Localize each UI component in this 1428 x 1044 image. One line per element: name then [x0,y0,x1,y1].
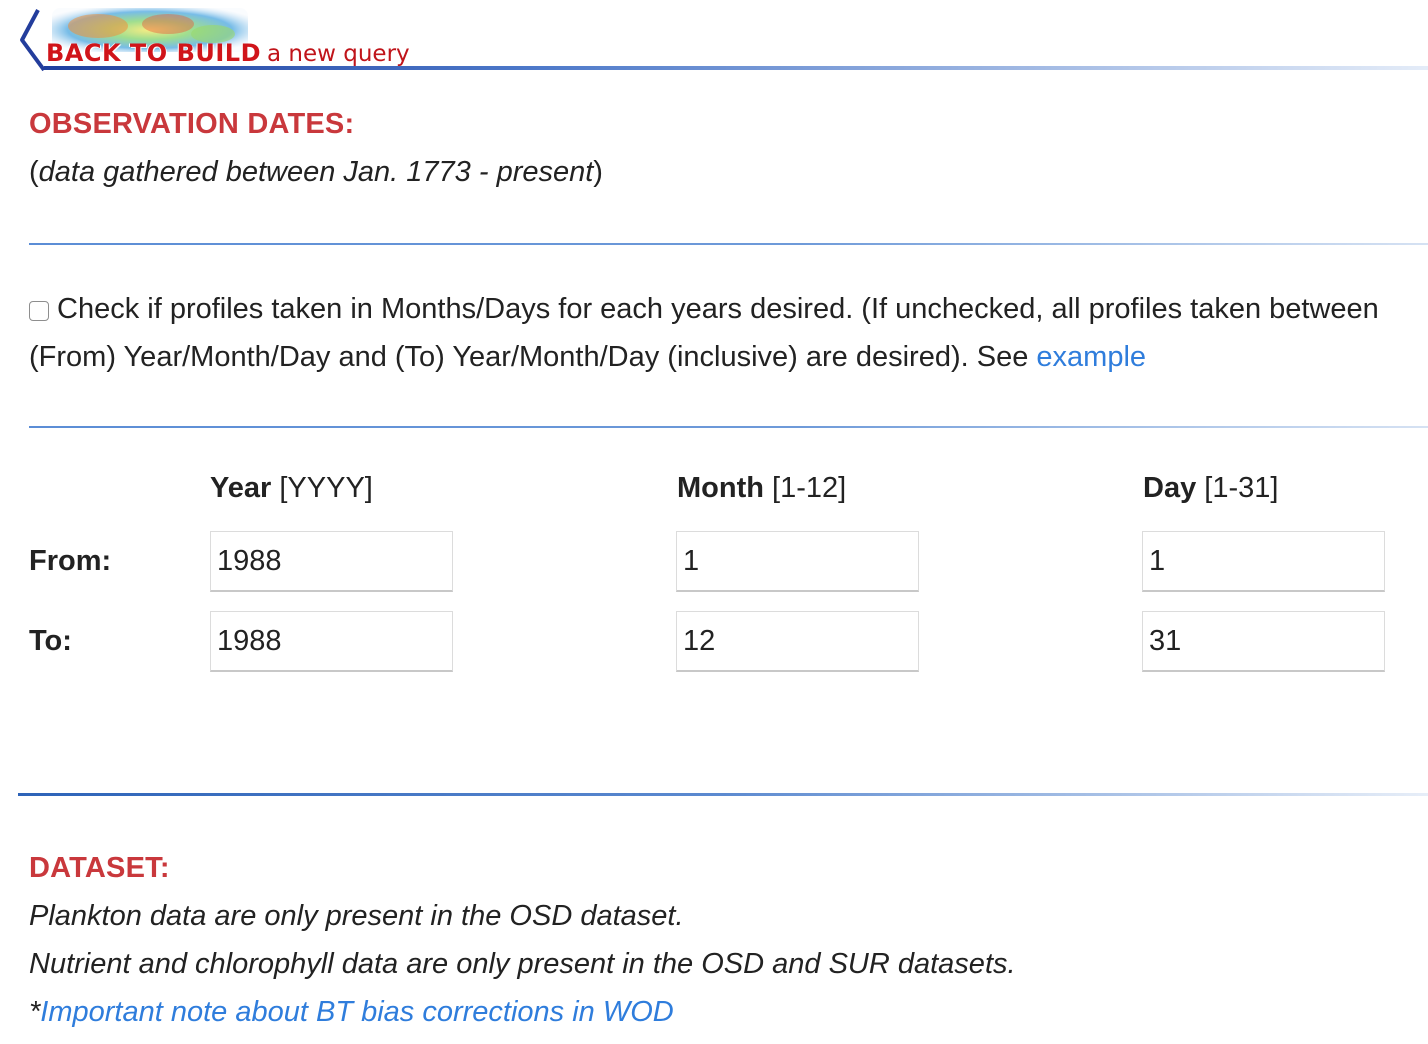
divider [29,426,1428,428]
day-column-header: Day [1-31] [1143,472,1278,505]
to-day-input[interactable]: 31 [1142,611,1385,672]
year-hint: [YYYY] [279,472,373,504]
from-day-input[interactable]: 1 [1142,531,1385,592]
from-month-input[interactable]: 1 [676,531,919,592]
to-row-label: To: [29,625,72,657]
to-year-input[interactable]: 1988 [210,611,453,672]
back-to-build-link[interactable]: BACK TO BUILD a new query [18,6,1428,72]
year-label: Year [210,472,272,504]
back-link-text: BACK TO BUILD a new query [46,39,410,67]
month-day-option-text: Check if profiles taken in Months/Days f… [29,293,1379,373]
to-month-input[interactable]: 12 [676,611,919,672]
month-day-option: Check if profiles taken in Months/Days f… [29,285,1424,381]
nutrient-note: Nutrient and chlorophyll data are only p… [29,948,1016,980]
month-label: Month [677,472,764,504]
from-year-input[interactable]: 1988 [210,531,453,592]
range-close-paren: ) [593,156,603,188]
day-hint: [1-31] [1204,472,1279,504]
day-label: Day [1143,472,1197,504]
back-link-main: BACK TO BUILD [46,39,261,67]
month-hint: [1-12] [772,472,847,504]
observation-range-note: (data gathered between Jan. 1773 - prese… [29,156,603,189]
dataset-heading: DATASET: [29,852,170,884]
from-row-label: From: [29,545,112,577]
page: BACK TO BUILD a new query OBSERVATION DAT… [0,0,1428,1044]
observation-dates-heading: OBSERVATION DATES: [29,108,355,140]
year-column-header: Year [YYYY] [210,472,373,505]
back-link-tail: a new query [267,41,410,67]
month-day-checkbox[interactable] [29,301,49,321]
range-text: data gathered between Jan. 1773 - presen… [38,156,594,188]
month-column-header: Month [1-12] [677,472,846,505]
bt-note: *Important note about BT bias correction… [29,996,674,1029]
asterisk: * [29,996,41,1028]
bt-bias-link[interactable]: Important note about BT bias corrections… [40,996,673,1028]
example-link[interactable]: example [1036,341,1146,373]
section-divider [18,793,1428,796]
plankton-note: Plankton data are only present in the OS… [29,900,684,932]
divider [29,243,1428,245]
range-open-paren: ( [29,156,39,188]
